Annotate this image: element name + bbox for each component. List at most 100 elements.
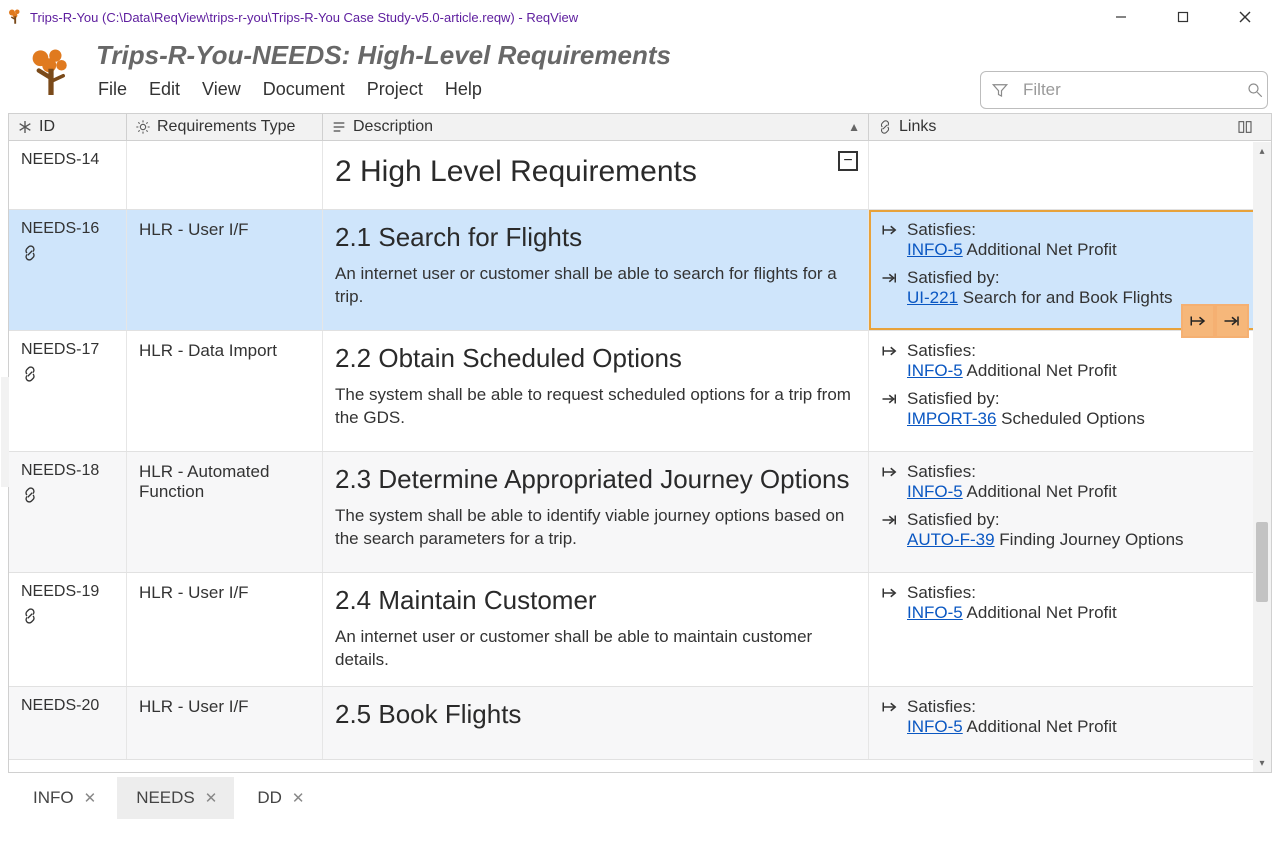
columns-layout-icon[interactable] [1237, 119, 1253, 135]
link-in-icon [881, 392, 899, 406]
link-relation-label: Satisfies: [907, 462, 976, 482]
menu-help[interactable]: Help [445, 79, 482, 100]
description-cell[interactable]: 2 High Level Requirements− [323, 141, 869, 209]
column-header-id[interactable]: ID [9, 114, 127, 140]
link-target-id[interactable]: INFO-5 [907, 482, 963, 501]
link-in-icon [881, 513, 899, 527]
link-target-text: Additional Net Profit [967, 482, 1117, 501]
menu-view[interactable]: View [202, 79, 241, 100]
description-cell[interactable]: 2.4 Maintain CustomerAn internet user or… [323, 573, 869, 686]
menu-edit[interactable]: Edit [149, 79, 180, 100]
link-block: Satisfies:INFO-5 Additional Net Profit [881, 341, 1245, 381]
type-cell[interactable]: HLR - Automated Function [127, 452, 323, 572]
has-links-icon [21, 365, 114, 383]
links-cell[interactable]: Satisfies:INFO-5 Additional Net Profit [869, 687, 1257, 759]
req-id: NEEDS-20 [21, 697, 99, 714]
link-target-text: Additional Net Profit [967, 603, 1117, 622]
filter-box[interactable] [980, 71, 1268, 109]
links-cell[interactable] [869, 141, 1257, 209]
column-header-description[interactable]: Description ▲ [323, 114, 869, 140]
funnel-icon [991, 81, 1009, 99]
close-icon[interactable]: ✕ [205, 789, 218, 807]
table-row[interactable]: NEEDS-20 HLR - User I/F2.5 Book FlightsSa… [9, 687, 1271, 760]
section-heading: 2.4 Maintain Customer [335, 585, 856, 616]
link-relation-label: Satisfied by: [907, 389, 1000, 409]
window-minimize-button[interactable] [1114, 10, 1138, 24]
table-row[interactable]: NEEDS-17HLR - Data Import2.2 Obtain Sche… [9, 331, 1271, 452]
link-block: Satisfies:INFO-5 Additional Net Profit [881, 462, 1245, 502]
link-target-id[interactable]: INFO-5 [907, 240, 963, 259]
link-target-id[interactable]: INFO-5 [907, 361, 963, 380]
window-titlebar: Trips-R-You (C:\Data\ReqView\trips-r-you… [0, 0, 1280, 32]
column-header-links[interactable]: Links [869, 114, 1257, 140]
description-cell[interactable]: 2.2 Obtain Scheduled OptionsThe system s… [323, 331, 869, 451]
description-cell[interactable]: 2.1 Search for FlightsAn internet user o… [323, 210, 869, 330]
has-links-icon [21, 244, 114, 262]
trace-out-button[interactable] [1183, 306, 1213, 336]
link-target-text: Finding Journey Options [999, 530, 1183, 549]
type-cell[interactable]: HLR - User I/F [127, 210, 323, 330]
id-cell[interactable]: NEEDS-17 [9, 331, 127, 451]
requirement-text: The system shall be able to request sche… [335, 384, 856, 430]
trace-in-button[interactable] [1217, 306, 1247, 336]
table-row[interactable]: NEEDS-19HLR - User I/F2.4 Maintain Custo… [9, 573, 1271, 687]
type-cell[interactable]: HLR - User I/F [127, 687, 323, 759]
column-header-type[interactable]: Requirements Type [127, 114, 323, 140]
column-header-id-label: ID [39, 118, 55, 136]
links-cell[interactable]: Satisfies:INFO-5 Additional Net Profit Sa… [869, 331, 1257, 451]
scroll-up-icon[interactable]: ▴ [1253, 142, 1271, 160]
collapse-toggle[interactable]: − [838, 151, 858, 171]
id-cell[interactable]: NEEDS-19 [9, 573, 127, 686]
req-id: NEEDS-16 [21, 220, 99, 237]
id-cell[interactable]: NEEDS-20 [9, 687, 127, 759]
description-cell[interactable]: 2.5 Book Flights [323, 687, 869, 759]
menu-document[interactable]: Document [263, 79, 345, 100]
search-icon[interactable] [1246, 81, 1264, 99]
link-target-id[interactable]: IMPORT-36 [907, 409, 996, 428]
table-row[interactable]: NEEDS-16HLR - User I/F2.1 Search for Fli… [9, 210, 1271, 331]
traceability-buttons [1181, 304, 1249, 338]
tab-dd[interactable]: DD✕ [238, 777, 321, 819]
links-cell[interactable]: Satisfies:INFO-5 Additional Net ProfitSa… [869, 452, 1257, 572]
close-icon[interactable]: ✕ [292, 789, 305, 807]
link-relation-label: Satisfies: [907, 220, 976, 240]
id-cell[interactable]: NEEDS-18 [9, 452, 127, 572]
link-block: Satisfies:INFO-5 Additional Net Profit [881, 583, 1245, 623]
window-maximize-button[interactable] [1176, 10, 1200, 24]
scroll-down-icon[interactable]: ▾ [1253, 754, 1271, 772]
scroll-thumb[interactable] [1256, 522, 1268, 602]
tab-label: NEEDS [136, 788, 195, 808]
description-cell[interactable]: 2.3 Determine Appropriated Journey Optio… [323, 452, 869, 572]
table-row[interactable]: NEEDS-18HLR - Automated Function2.3 Dete… [9, 452, 1271, 573]
link-target-id[interactable]: INFO-5 [907, 603, 963, 622]
link-target-id[interactable]: AUTO-F-39 [907, 530, 995, 549]
has-links-icon [21, 607, 114, 625]
link-block: Satisfied by:IMPORT-36 Scheduled Options [881, 389, 1245, 429]
links-cell[interactable]: Satisfies:INFO-5 Additional Net Profit [869, 573, 1257, 686]
table-row[interactable]: NEEDS-14 2 High Level Requirements− [9, 141, 1271, 210]
section-heading: 2.1 Search for Flights [335, 222, 856, 253]
window-close-button[interactable] [1238, 10, 1262, 24]
gear-icon [135, 119, 151, 135]
link-out-icon [881, 586, 899, 600]
req-id: NEEDS-14 [21, 151, 99, 168]
id-cell[interactable]: NEEDS-14 [9, 141, 127, 209]
type-cell[interactable]: HLR - User I/F [127, 573, 323, 686]
type-cell[interactable] [127, 141, 323, 209]
filter-input[interactable] [1021, 79, 1246, 101]
close-icon[interactable]: ✕ [84, 789, 97, 807]
left-splitter[interactable] [1, 377, 9, 487]
tab-needs[interactable]: NEEDS ✕ [117, 777, 234, 819]
link-target-id[interactable]: UI-221 [907, 288, 958, 307]
menu-file[interactable]: File [98, 79, 127, 100]
link-target-id[interactable]: INFO-5 [907, 717, 963, 736]
sort-asc-icon[interactable]: ▲ [848, 120, 860, 134]
tab-info[interactable]: INFO✕ [14, 777, 113, 819]
menu-project[interactable]: Project [367, 79, 423, 100]
id-cell[interactable]: NEEDS-16 [9, 210, 127, 330]
asterisk-icon [17, 119, 33, 135]
type-cell[interactable]: HLR - Data Import [127, 331, 323, 451]
req-id: NEEDS-19 [21, 583, 99, 600]
vertical-scrollbar[interactable]: ▴ ▾ [1253, 142, 1271, 772]
link-target-text: Additional Net Profit [967, 240, 1117, 259]
